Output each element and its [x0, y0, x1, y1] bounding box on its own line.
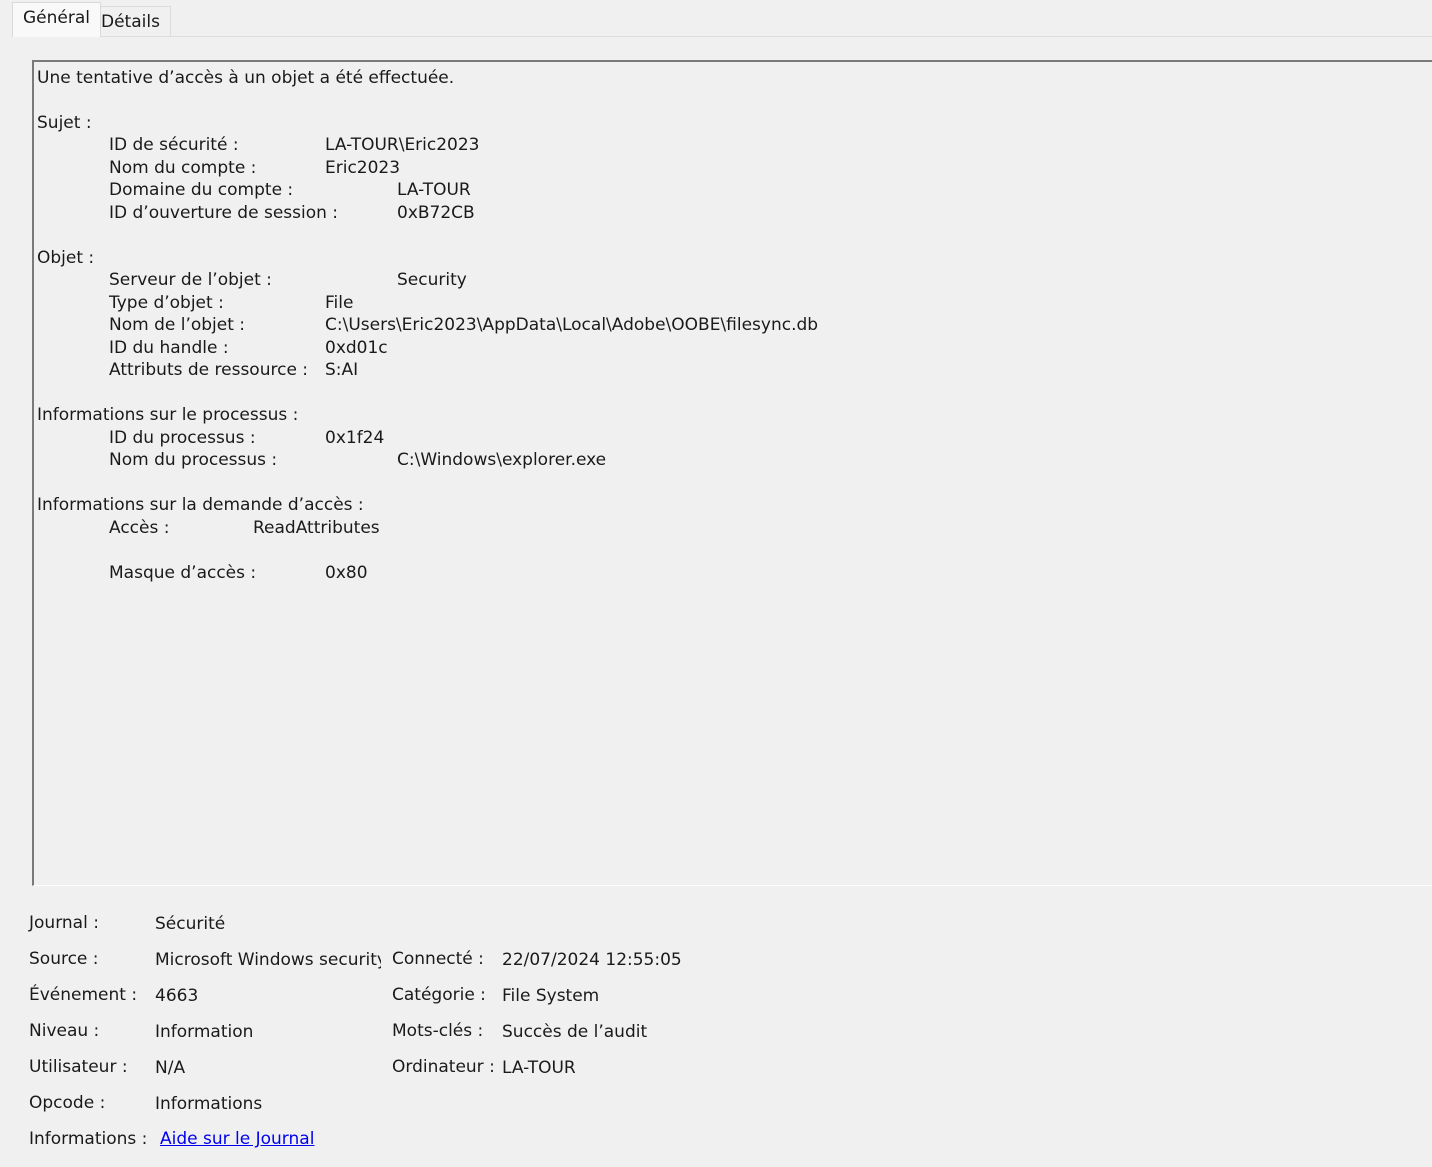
handle-id-label: ID du handle : — [109, 338, 229, 358]
event-id-label: Événement : — [29, 985, 138, 1005]
logon-id-label: ID d’ouverture de session : — [109, 203, 339, 223]
account-domain-label: Domaine du compte : — [109, 180, 294, 200]
object-header: Objet : — [37, 248, 95, 268]
access-request-header: Informations sur la demande d’accès : — [37, 495, 364, 515]
object-name-value: C:\Users\Eric2023\AppData\Local\Adobe\OO… — [325, 315, 819, 335]
keywords-label: Mots-clés : — [392, 1021, 484, 1041]
computer-label: Ordinateur : — [392, 1057, 495, 1077]
object-name-label: Nom de l’objet : — [109, 315, 246, 335]
event-properties-window: Général Détails Une tentative d’accès à … — [0, 0, 1432, 1167]
access-mask-label: Masque d’accès : — [109, 563, 257, 583]
account-name-label: Nom du compte : — [109, 158, 257, 178]
process-id-value: 0x1f24 — [325, 428, 385, 448]
access-mask-value: 0x80 — [325, 563, 368, 583]
source-label: Source : — [29, 949, 99, 969]
log-value: Sécurité — [155, 914, 226, 934]
handle-id-value: 0xd01c — [325, 338, 388, 358]
log-label: Journal : — [29, 913, 99, 933]
category-value: File System — [502, 986, 600, 1006]
tab-strip: Général Détails — [0, 0, 1432, 37]
level-label: Niveau : — [29, 1021, 100, 1041]
process-name-label: Nom du processus : — [109, 450, 278, 470]
accesses-value: ReadAttributes — [253, 518, 380, 538]
object-type-value: File — [325, 293, 354, 313]
tab-general[interactable]: Général — [12, 2, 101, 37]
object-type-label: Type d’objet : — [109, 293, 224, 313]
resource-attributes-value: S:AI — [325, 360, 359, 380]
computer-value: LA-TOUR — [502, 1058, 576, 1078]
account-name-value: Eric2023 — [325, 158, 401, 178]
keywords-value: Succès de l’audit — [502, 1022, 648, 1042]
security-id-label: ID de sécurité : — [109, 135, 239, 155]
category-label: Catégorie : — [392, 985, 486, 1005]
object-server-value: Security — [397, 270, 467, 290]
source-value: Microsoft Windows security a — [155, 950, 381, 970]
level-value: Information — [155, 1022, 254, 1042]
event-id-value: 4663 — [155, 986, 199, 1006]
opcode-value: Informations — [155, 1094, 263, 1114]
resource-attributes-label: Attributs de ressource : — [109, 360, 309, 380]
opcode-label: Opcode : — [29, 1093, 106, 1113]
process-name-value: C:\Windows\explorer.exe — [397, 450, 607, 470]
logged-value: 22/07/2024 12:55:05 — [502, 950, 682, 970]
event-log-help-link[interactable]: Aide sur le Journal — [160, 1128, 314, 1150]
logged-label: Connecté : — [392, 949, 484, 969]
logon-id-value: 0xB72CB — [397, 203, 475, 223]
description-headline: Une tentative d’accès à un objet a été e… — [37, 68, 455, 88]
tab-divider — [12, 36, 1432, 37]
more-info-label: Informations : — [29, 1129, 148, 1149]
tab-details[interactable]: Détails — [90, 6, 171, 36]
subject-header: Sujet : — [37, 113, 92, 133]
process-id-label: ID du processus : — [109, 428, 256, 448]
event-description-box[interactable]: Une tentative d’accès à un objet a été e… — [32, 60, 1432, 886]
user-value: N/A — [155, 1058, 186, 1078]
process-header: Informations sur le processus : — [37, 405, 299, 425]
accesses-label: Accès : — [109, 518, 170, 538]
object-server-label: Serveur de l’objet : — [109, 270, 272, 290]
account-domain-value: LA-TOUR — [397, 180, 471, 200]
user-label: Utilisateur : — [29, 1057, 128, 1077]
security-id-value: LA-TOUR\Eric2023 — [325, 135, 480, 155]
